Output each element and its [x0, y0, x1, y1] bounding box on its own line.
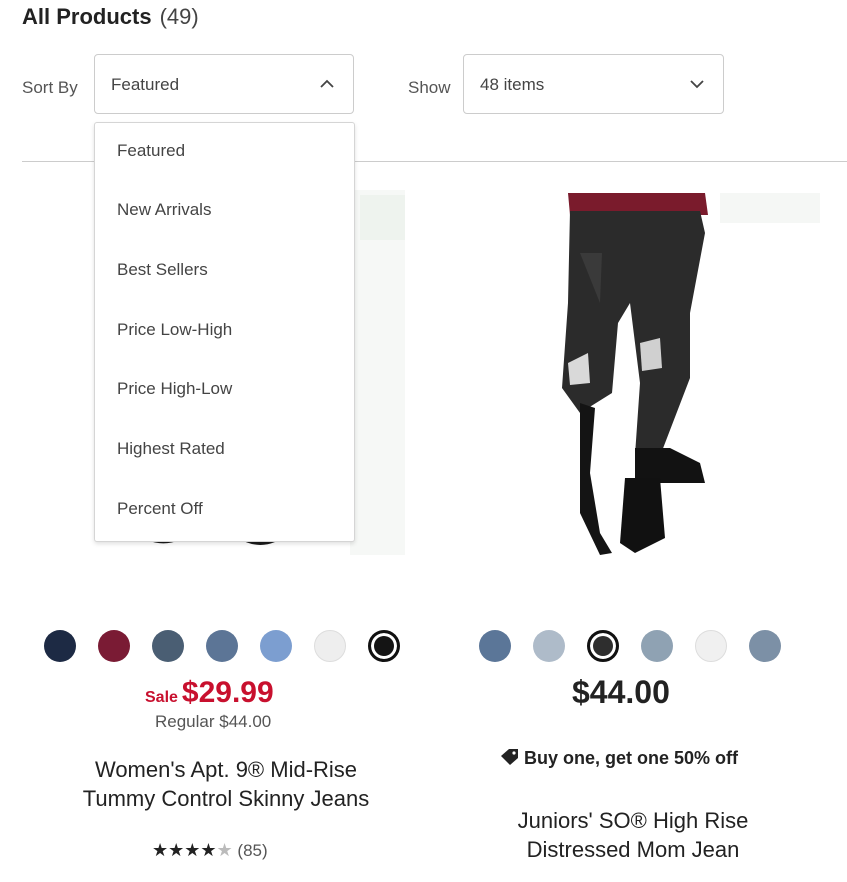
sale-price-value: $29.99: [181, 676, 274, 709]
color-swatch[interactable]: [98, 630, 130, 662]
sort-option-best-sellers[interactable]: Best Sellers: [117, 260, 208, 280]
promo-offer[interactable]: Buy one, get one 50% off: [500, 748, 738, 769]
sort-option-price-low-high[interactable]: Price Low-High: [117, 320, 232, 340]
page-title: All Products (49): [22, 4, 199, 30]
sale-label: Sale: [145, 689, 178, 706]
color-swatch[interactable]: [587, 630, 619, 662]
product-name-2-line2: Distressed Mom Jean: [526, 837, 740, 862]
product-name-1-line2: Tummy Control Skinny Jeans: [82, 786, 370, 811]
product-name-2-line1: Juniors' SO® High Rise: [517, 808, 749, 833]
regular-price: Regular $44.00: [155, 712, 272, 731]
sort-dropdown-menu: Featured New Arrivals Best Sellers Price…: [94, 122, 355, 542]
product-count: (49): [159, 4, 199, 29]
product-2-price: $44.00: [572, 674, 670, 710]
sort-option-new-arrivals[interactable]: New Arrivals: [117, 200, 211, 220]
promo-text: Buy one, get one 50% off: [524, 748, 739, 768]
color-swatch[interactable]: [368, 630, 400, 662]
chevron-down-icon: [690, 80, 704, 89]
sort-option-price-high-low[interactable]: Price High-Low: [117, 379, 232, 399]
chevron-up-icon: [320, 79, 334, 88]
sort-option-featured[interactable]: Featured: [117, 141, 185, 161]
show-select[interactable]: 48 items: [463, 54, 724, 114]
sort-option-percent-off[interactable]: Percent Off: [117, 499, 203, 519]
product-image-2[interactable]: [540, 193, 820, 555]
product-name-2[interactable]: Juniors' SO® High Rise Distressed Mom Je…: [447, 806, 819, 864]
sort-by-label: Sort By: [22, 78, 78, 97]
sale-price: Sale $29.99: [145, 676, 274, 710]
product-name-1[interactable]: Women's Apt. 9® Mid-Rise Tummy Control S…: [40, 755, 412, 813]
star-rating-icon: ★★★★: [152, 840, 217, 860]
color-swatch[interactable]: [314, 630, 346, 662]
color-swatch[interactable]: [749, 630, 781, 662]
show-label: Show: [408, 78, 451, 97]
product-name-1-line1: Women's Apt. 9® Mid-Rise: [94, 757, 358, 782]
color-swatch[interactable]: [44, 630, 76, 662]
color-swatch[interactable]: [260, 630, 292, 662]
color-swatch[interactable]: [695, 630, 727, 662]
sort-option-highest-rated[interactable]: Highest Rated: [117, 439, 225, 459]
color-swatch[interactable]: [641, 630, 673, 662]
color-swatch[interactable]: [152, 630, 184, 662]
sort-by-value: Featured: [111, 75, 180, 94]
half-star-icon: ★: [216, 840, 233, 860]
color-swatch[interactable]: [206, 630, 238, 662]
show-value: 48 items: [480, 75, 545, 94]
color-swatch[interactable]: [479, 630, 511, 662]
sort-by-select[interactable]: Featured: [94, 54, 354, 114]
color-swatch[interactable]: [533, 630, 565, 662]
review-count: (85): [237, 841, 268, 860]
tag-icon: [501, 749, 518, 765]
page-title-text: All Products: [22, 4, 152, 29]
product-rating[interactable]: ★★★★★ (85): [152, 840, 268, 861]
